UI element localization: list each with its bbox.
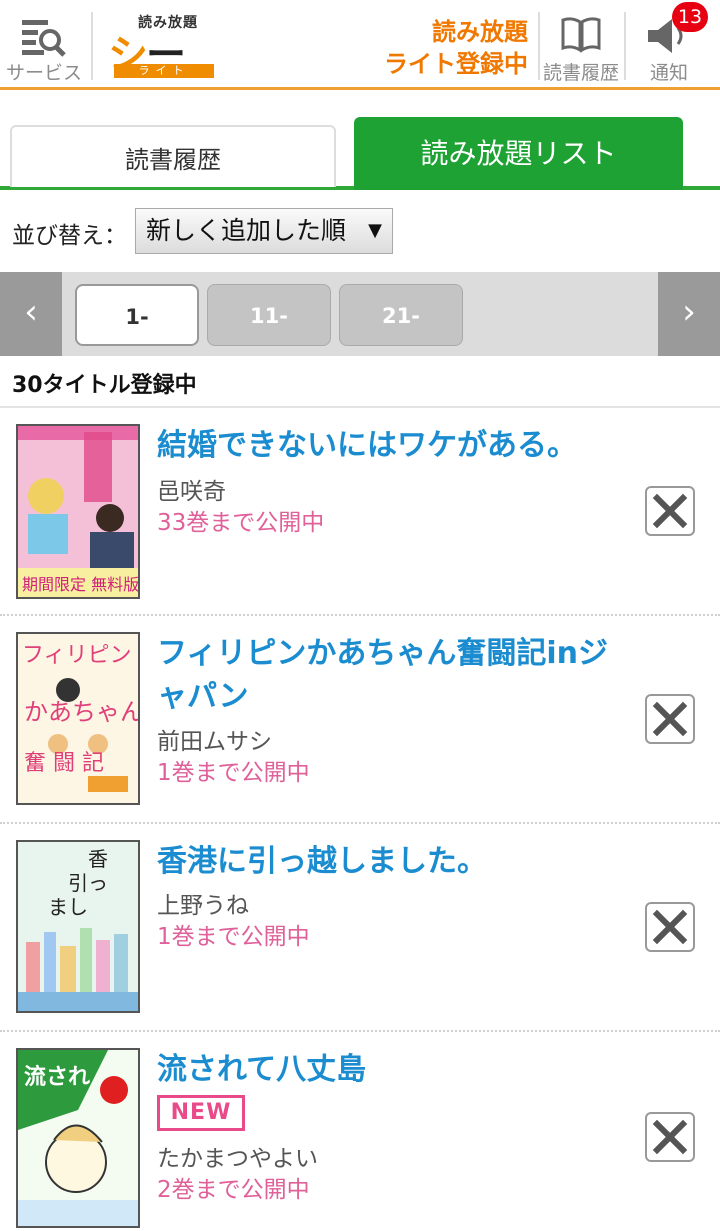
cover-art-image: 香 引っ まし [18, 842, 138, 1011]
list-item: 香 引っ まし 香港に引っ越しました。 上野うね 1巻まで公開中 [0, 824, 720, 1032]
page-button[interactable]: 11- [207, 284, 331, 346]
list-item: フィリピン かあちゃん 奮 闘 記 フィリピンかあちゃん奮闘記inジャパン 前田… [0, 616, 720, 824]
svg-text:流され: 流され [24, 1064, 90, 1090]
list-item: 流され 流されて八丈島 NEW たかまつやよい 2巻まで公開中 [0, 1032, 720, 1231]
remove-button[interactable] [645, 486, 695, 536]
new-badge: NEW [157, 1095, 245, 1131]
svg-text:引っ: 引っ [68, 871, 108, 895]
service-menu-button[interactable]: サービス [0, 12, 88, 84]
remove-button[interactable] [645, 694, 695, 744]
book-cover[interactable]: フィリピン かあちゃん 奮 闘 記 [16, 632, 140, 805]
notification-count-badge: 13 [672, 2, 708, 32]
title-count: 30タイトル登録中 [12, 373, 197, 398]
book-author: 前田ムサシ [157, 729, 272, 755]
book-availability: 2巻まで公開中 [157, 1177, 310, 1203]
book-availability: 33巻まで公開中 [157, 510, 325, 536]
open-book-icon [561, 17, 601, 53]
remove-button[interactable] [645, 902, 695, 952]
book-cover[interactable]: 香 引っ まし [16, 840, 140, 1013]
svg-text:まし: まし [48, 895, 88, 919]
sort-row: 並び替え： 新しく追加した順 ▼ [0, 198, 720, 264]
menu-search-icon [22, 20, 66, 57]
svg-text:香: 香 [88, 847, 108, 871]
status-line-2: ライト登録中 [384, 50, 528, 78]
cover-band-text: 期間限定 無料版 [22, 575, 138, 594]
cover-art-image: 期間限定 無料版 [18, 426, 138, 597]
cover-art-image: 流され [18, 1050, 138, 1226]
page-button[interactable]: 21- [339, 284, 463, 346]
page-button[interactable]: 1- [75, 284, 199, 346]
list-item: 期間限定 無料版 結婚できないにはワケがある。 邑咲奇 33巻まで公開中 [0, 408, 720, 616]
close-x-icon [652, 493, 688, 529]
next-page-button[interactable]: › [658, 272, 720, 356]
book-title-link[interactable]: 香港に引っ越しました。 [157, 840, 627, 883]
book-cover[interactable]: 期間限定 無料版 [16, 424, 140, 599]
app-header: サービス 読み放題 シーモア ライト 読み放題 ライト登録中 読書履歴 通知 1… [0, 0, 720, 136]
cover-art-image: フィリピン かあちゃん 奮 闘 記 [18, 634, 138, 803]
book-cover[interactable]: 流され [16, 1048, 140, 1228]
remove-button[interactable] [645, 1112, 695, 1162]
book-title-link[interactable]: 結婚できないにはワケがある。 [157, 424, 627, 467]
tab-reading-history[interactable]: 読書履歴 [10, 125, 336, 187]
tab-unlimited-list[interactable]: 読み放題リスト [354, 117, 683, 190]
service-label: サービス [5, 62, 82, 84]
dropdown-arrow-icon: ▼ [368, 220, 382, 241]
sort-select[interactable]: 新しく追加した順 ▼ [135, 208, 393, 254]
notification-label: 通知 [649, 62, 688, 84]
close-x-icon [652, 909, 688, 945]
prev-page-button[interactable]: ‹ [0, 272, 62, 356]
logo[interactable]: 読み放題 シーモア ライト [108, 10, 220, 136]
reading-history-label: 読書履歴 [542, 62, 619, 84]
pagination: ‹ 1- 11- 21- › [0, 272, 720, 356]
reading-history-button[interactable]: 読書履歴 [538, 12, 624, 84]
book-author: 邑咲奇 [157, 479, 226, 505]
svg-text:フィリピン: フィリピン [22, 643, 132, 668]
status-line-1: 読み放題 [432, 18, 528, 46]
logo-sub-bar: ライト [114, 64, 214, 78]
book-author: たかまつやよい [157, 1146, 318, 1172]
header-divider [91, 12, 93, 80]
plan-status: 読み放題 ライト登録中 [380, 16, 528, 80]
close-x-icon [652, 1119, 688, 1155]
book-title-link[interactable]: 流されて八丈島 [157, 1048, 627, 1091]
book-author: 上野うね [157, 893, 249, 919]
book-availability: 1巻まで公開中 [157, 760, 310, 786]
book-availability: 1巻まで公開中 [157, 924, 310, 950]
svg-text:奮 闘 記: 奮 闘 記 [24, 751, 104, 776]
sort-selected-value: 新しく追加した順 [146, 216, 347, 245]
book-title-link[interactable]: フィリピンかあちゃん奮闘記inジャパン [157, 632, 627, 718]
sort-label: 並び替え： [12, 223, 127, 249]
svg-text:かあちゃん: かあちゃん [24, 698, 138, 726]
tab-bar: 読書履歴 読み放題リスト [0, 93, 720, 190]
close-x-icon [652, 701, 688, 737]
